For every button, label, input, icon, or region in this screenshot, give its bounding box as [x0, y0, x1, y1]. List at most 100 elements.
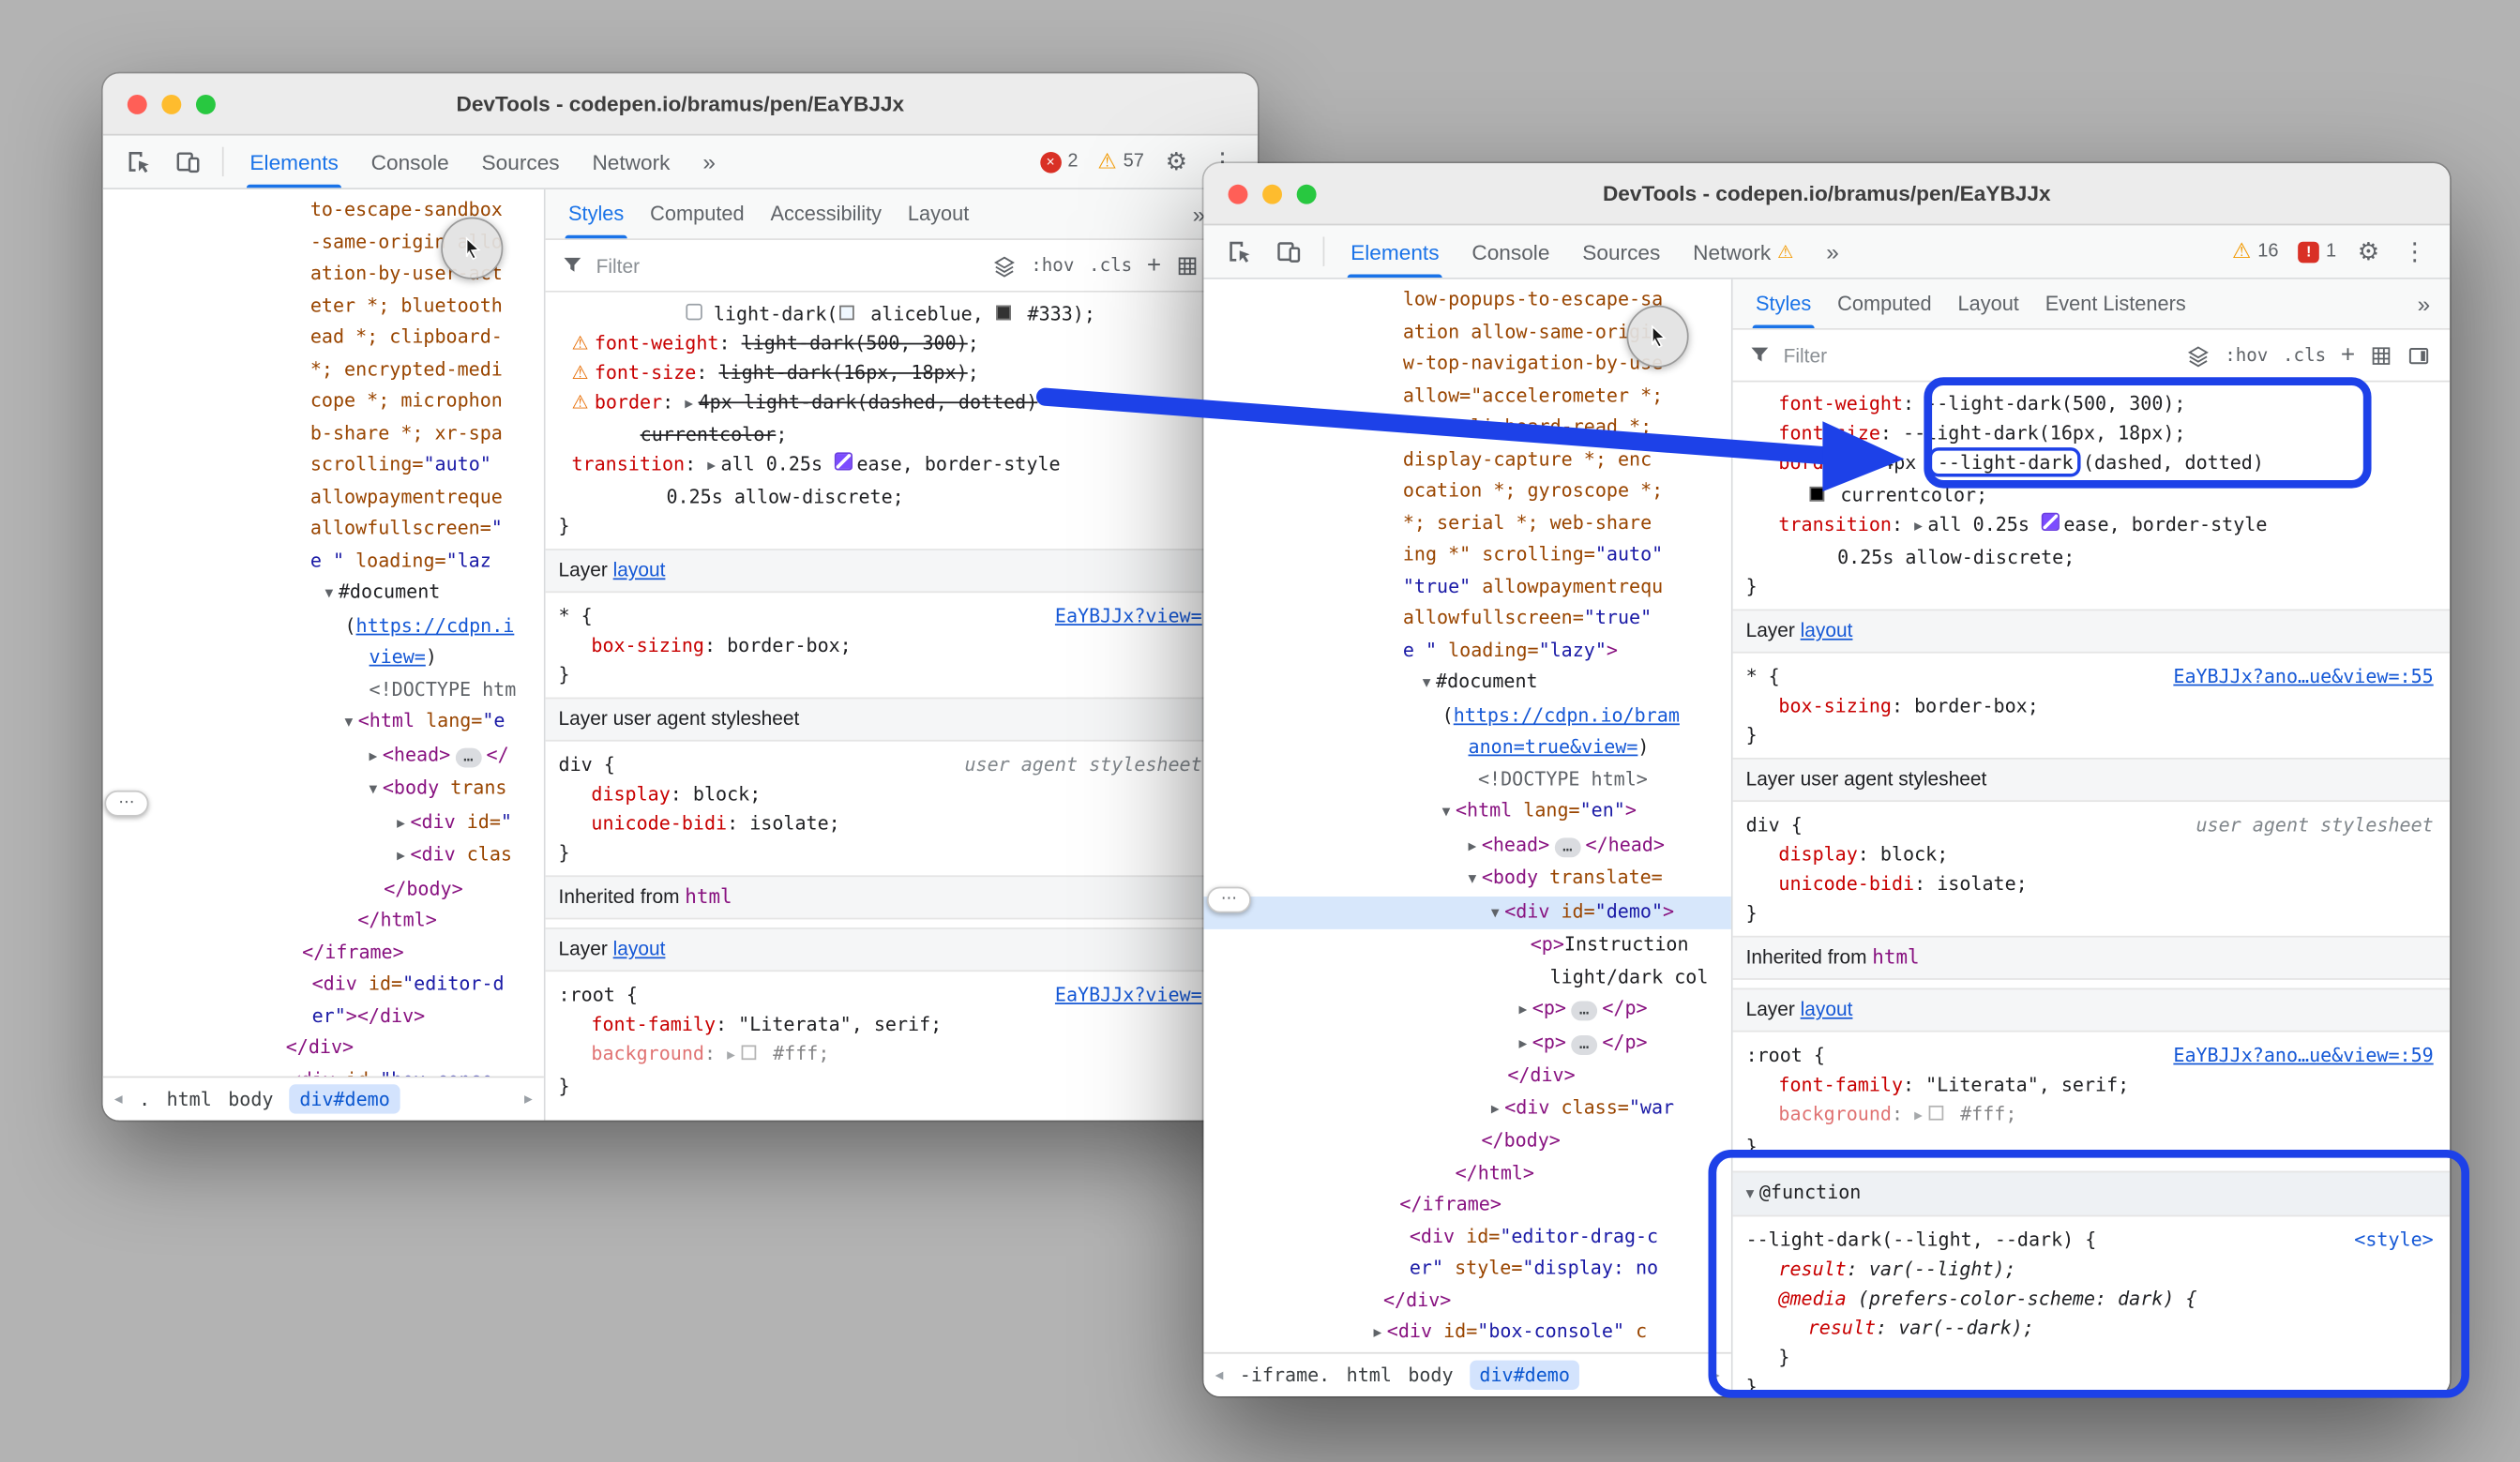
close-window-icon[interactable] — [128, 94, 147, 113]
settings-gear-icon[interactable]: ⚙ — [2347, 237, 2389, 266]
code-token: ease, border-style — [2063, 513, 2267, 535]
breadcrumb-item[interactable]: . — [139, 1088, 150, 1110]
tab-elements[interactable]: Elements — [235, 136, 354, 188]
rule-source-link[interactable]: EaYBJJx?ano…ue&view=:55 — [2173, 661, 2450, 690]
styles-sidebar: Styles Computed Accessibility Layout » F… — [544, 189, 1258, 1121]
breadcrumb-item[interactable]: -iframe. — [1240, 1364, 1330, 1386]
code-line: ▸ <div id=" — [103, 806, 544, 839]
code-line: </div> — [1203, 1285, 1730, 1317]
minimize-window-icon[interactable] — [161, 94, 181, 113]
tab-styles[interactable]: Styles — [555, 189, 637, 238]
source-link[interactable]: https://cdpn.io/bram — [1454, 703, 1680, 726]
tab-layout[interactable]: Layout — [1945, 279, 2032, 328]
breadcrumb-item-selected[interactable]: div#demo — [1470, 1361, 1579, 1390]
console-errors-badge[interactable]: × 2 — [1032, 151, 1086, 173]
tab-console[interactable]: Console — [356, 136, 463, 188]
styles-rules[interactable]: light-dark( aliceblue, #333);⚠ font-weig… — [546, 293, 1258, 1121]
breadcrumb-item-html[interactable]: html — [167, 1088, 212, 1110]
toggle-element-state-button[interactable]: :hov — [1031, 255, 1074, 277]
breadcrumb-forward-icon[interactable]: ▸ — [1712, 1366, 1720, 1384]
code-line: background: ▸ #fff; — [546, 1039, 1258, 1072]
issues-badge[interactable]: ! 1 — [2290, 241, 2345, 263]
code-token: --light-dark(16px, 18px); — [1903, 421, 2185, 444]
breadcrumb-back-icon[interactable]: ◂ — [1215, 1366, 1224, 1384]
source-link[interactable]: https://cdpn.i — [356, 613, 515, 636]
breadcrumb-forward-icon[interactable]: ▸ — [524, 1090, 533, 1108]
tab-styles[interactable]: Styles — [1743, 279, 1824, 328]
kebab-menu-icon[interactable]: ⋮ — [2392, 237, 2437, 266]
breadcrumb-back-icon[interactable]: ◂ — [114, 1090, 123, 1108]
breadcrumb-item-html[interactable]: html — [1347, 1364, 1392, 1386]
dom-overflow-button[interactable]: ⋯ — [1207, 887, 1251, 913]
dom-overflow-button[interactable]: ⋯ — [104, 791, 148, 817]
code-token: font-family — [1778, 1073, 1903, 1095]
tab-network[interactable]: Network ⚠ — [1678, 225, 1808, 278]
minimize-window-icon[interactable] — [1262, 184, 1282, 203]
source-link[interactable]: layout — [1801, 619, 1853, 641]
grid-icon[interactable] — [2370, 344, 2392, 367]
code-line: unicode-bidi: isolate; — [546, 808, 1258, 837]
grid-icon[interactable] — [1176, 254, 1199, 277]
settings-gear-icon[interactable]: ⚙ — [1155, 147, 1197, 176]
dom-tree[interactable]: low-popups-to-escape-saation allow-same-… — [1203, 279, 1730, 1352]
tab-sources[interactable]: Sources — [1568, 225, 1675, 278]
code-token: ▸ — [1519, 1001, 1532, 1018]
source-link[interactable]: view= — [370, 645, 426, 668]
source-link[interactable]: layout — [613, 938, 666, 960]
breadcrumb-item-body[interactable]: body — [228, 1088, 273, 1110]
console-warnings-badge[interactable]: ⚠ 57 — [1090, 149, 1153, 173]
code-token: </body> — [1481, 1128, 1560, 1151]
code-token: <p> — [1532, 1030, 1566, 1052]
rule-source-link[interactable]: user agent stylesheet — [2196, 810, 2450, 839]
more-panels-icon[interactable]: » — [1812, 225, 1854, 278]
device-toolbar-icon[interactable] — [165, 148, 211, 174]
tab-event-listeners[interactable]: Event Listeners — [2032, 279, 2199, 328]
inspect-element-icon[interactable] — [116, 148, 162, 174]
more-panels-icon[interactable]: » — [688, 136, 731, 188]
source-link[interactable]: layout — [613, 559, 666, 581]
tab-computed[interactable]: Computed — [1824, 279, 1944, 328]
device-toolbar-icon[interactable] — [1266, 238, 1312, 264]
code-token: : — [1903, 392, 1925, 414]
close-window-icon[interactable] — [1229, 184, 1248, 203]
titlebar[interactable]: DevTools - codepen.io/bramus/pen/EaYBJJx — [1203, 163, 2450, 225]
element-classes-button[interactable]: .cls — [1089, 255, 1132, 277]
layers-icon[interactable] — [2187, 344, 2210, 367]
dock-side-icon[interactable] — [2407, 344, 2430, 367]
tab-sources[interactable]: Sources — [467, 136, 574, 188]
inspect-element-icon[interactable] — [1216, 238, 1262, 264]
styles-filter-input[interactable]: Filter — [596, 254, 640, 277]
more-sidebar-tabs-icon[interactable]: » — [2405, 279, 2440, 328]
new-style-rule-button[interactable]: + — [1147, 251, 1161, 279]
tab-console[interactable]: Console — [1457, 225, 1564, 278]
element-classes-button[interactable]: .cls — [2283, 344, 2326, 366]
source-link[interactable]: anon=true&view= — [1469, 735, 1638, 758]
toggle-element-state-button[interactable]: :hov — [2225, 344, 2268, 366]
code-token: : — [704, 634, 727, 656]
titlebar[interactable]: DevTools - codepen.io/bramus/pen/EaYBJJx — [103, 73, 1258, 135]
tab-accessibility[interactable]: Accessibility — [758, 189, 895, 238]
code-token: "true" — [1403, 574, 1471, 596]
tab-network[interactable]: Network — [578, 136, 685, 188]
rule-source-link[interactable]: <style> — [2354, 1225, 2450, 1254]
breadcrumb-item-selected[interactable]: div#demo — [290, 1084, 400, 1113]
tab-layout[interactable]: Layout — [895, 189, 982, 238]
console-warnings-badge[interactable]: ⚠ 16 — [2224, 239, 2286, 264]
rule-source-link[interactable]: EaYBJJx?ano…ue&view=:59 — [2173, 1040, 2450, 1069]
code-token: </div> — [286, 1035, 354, 1058]
tab-computed[interactable]: Computed — [637, 189, 757, 238]
source-link[interactable]: layout — [1801, 998, 1853, 1020]
code-token: </p> — [1602, 996, 1647, 1018]
tab-elements[interactable]: Elements — [1335, 225, 1454, 278]
zoom-window-icon[interactable] — [196, 94, 216, 113]
new-style-rule-button[interactable]: + — [2341, 341, 2355, 369]
code-token: "Literata", serif; — [738, 1013, 942, 1035]
code-token: block; — [1880, 843, 1948, 866]
styles-rules[interactable]: font-weight: --light-dark(500, 300);font… — [1733, 382, 2450, 1395]
styles-filter-input[interactable]: Filter — [1784, 344, 1827, 367]
dom-tree[interactable]: to-escape-sandbox-same-origin alloation-… — [103, 189, 544, 1077]
layers-icon[interactable] — [993, 254, 1016, 277]
zoom-window-icon[interactable] — [1297, 184, 1317, 203]
code-token: id= — [1455, 1224, 1500, 1246]
breadcrumb-item-body[interactable]: body — [1408, 1364, 1453, 1386]
